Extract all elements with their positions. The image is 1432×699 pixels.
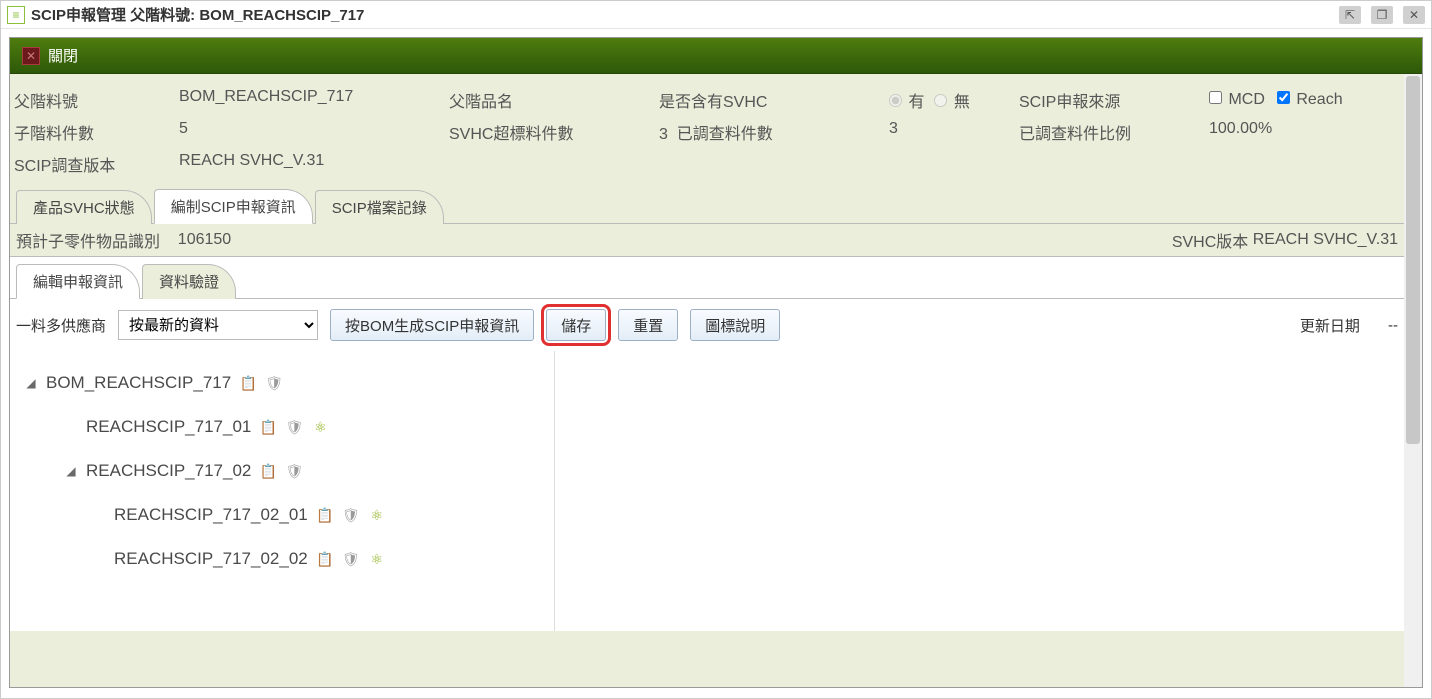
main-tabs: 產品SVHC狀態 編制SCIP申報資訊 SCIP檔案記錄 xyxy=(10,188,1404,224)
scip-survey-ver-value: REACH SVHC_V.31 xyxy=(179,152,449,176)
svhc-contain-label: 是否含有SVHC xyxy=(659,88,889,112)
controls-row: 一料多供應商 按最新的資料 按BOM生成SCIP申報資訊 儲存 重置 圖標說明 … xyxy=(10,299,1404,351)
shield-icon: 🛡 xyxy=(285,462,303,480)
sub-header: 預計子零件物品識別 106150 SVHC版本 REACH SVHC_V.31 xyxy=(10,224,1404,256)
svhc-ver-value: REACH SVHC_V.31 xyxy=(1253,231,1398,249)
tree-node-label: REACHSCIP_717_01 xyxy=(86,417,251,437)
est-child-id-label: 預計子零件物品識別 xyxy=(16,228,160,252)
shield-icon: 🛡 xyxy=(342,550,360,568)
tree-toggle-icon[interactable]: ◢ xyxy=(24,376,38,390)
window-close-button[interactable]: ✕ xyxy=(1403,6,1425,24)
update-date-label: 更新日期 xyxy=(1300,315,1360,336)
window-title: SCIP申報管理 父階料號: BOM_REACHSCIP_717 xyxy=(31,4,1339,25)
tree-row[interactable]: ◢REACHSCIP_717_02_01📋🛡⚛ xyxy=(24,493,540,537)
update-date-value: -- xyxy=(1388,317,1398,334)
reach-checkbox[interactable]: Reach xyxy=(1277,91,1343,109)
app-icon xyxy=(7,6,25,24)
scrollbar-thumb[interactable] xyxy=(1406,76,1420,444)
parent-pn-value: BOM_REACHSCIP_717 xyxy=(179,88,449,112)
svhc-radio-no[interactable]: 無 xyxy=(934,88,969,112)
child-count-label: 子階料件數 xyxy=(14,120,179,144)
save-button[interactable]: 儲存 xyxy=(546,309,606,341)
tree-row[interactable]: ◢ REACHSCIP_717_02 📋 🛡 xyxy=(24,449,540,493)
window-pin-button[interactable]: ⇱ xyxy=(1339,6,1361,24)
tree-node-label: BOM_REACHSCIP_717 xyxy=(46,373,231,393)
tree-toggle-icon[interactable]: ◢ xyxy=(64,464,78,478)
tree-node-label: REACHSCIP_717_02_01 xyxy=(114,505,308,525)
shield-icon: 🛡 xyxy=(342,506,360,524)
surveyed-pct-label: 已調查料件比例 xyxy=(1019,120,1209,144)
multi-supplier-label: 一料多供應商 xyxy=(16,315,106,336)
surveyed-pct-value: 100.00% xyxy=(1209,120,1404,144)
form-frame: ✕ 關閉 父階料號 BOM_REACHSCIP_717 父階品名 是否含有SVH… xyxy=(9,37,1423,688)
tree-row[interactable]: ◢ BOM_REACHSCIP_717 📋 🛡 xyxy=(24,361,540,405)
scip-source-group: MCD Reach xyxy=(1209,88,1404,112)
tab-data-validate[interactable]: 資料驗證 xyxy=(142,264,236,299)
svhc-radio-group: 有 無 xyxy=(889,88,1019,112)
clipboard-icon: 📋 xyxy=(239,374,257,392)
clipboard-icon: 📋 xyxy=(316,550,334,568)
clipboard-icon: 📋 xyxy=(316,506,334,524)
svhc-exceed-value: 3 xyxy=(659,126,668,143)
tree-row[interactable]: ◢REACHSCIP_717_02_02📋🛡⚛ xyxy=(24,537,540,581)
content-body: ◢ BOM_REACHSCIP_717 📋 🛡 ◢ REACHSCIP_717_01 📋 🛡 ⚛… xyxy=(10,351,1404,631)
window-titlebar: SCIP申報管理 父階料號: BOM_REACHSCIP_717 ⇱ ❐ ✕ xyxy=(1,1,1431,29)
shield-icon: 🛡 xyxy=(285,418,303,436)
tab-scip-decl-info[interactable]: 編制SCIP申報資訊 xyxy=(154,189,313,224)
window-maximize-button[interactable]: ❐ xyxy=(1371,6,1393,24)
info-grid: 父階料號 BOM_REACHSCIP_717 父階品名 是否含有SVHC 有 無… xyxy=(10,74,1404,184)
cluster-icon: ⚛ xyxy=(368,550,386,568)
vertical-scrollbar[interactable] xyxy=(1404,74,1422,687)
scip-source-label: SCIP申報來源 xyxy=(1019,88,1209,112)
gen-by-bom-button[interactable]: 按BOM生成SCIP申報資訊 xyxy=(330,309,534,341)
scip-survey-ver-label: SCIP調查版本 xyxy=(14,152,179,176)
reset-button[interactable]: 重置 xyxy=(618,309,678,341)
cluster-icon: ⚛ xyxy=(311,418,329,436)
shield-icon: 🛡 xyxy=(265,374,283,392)
bom-tree: ◢ BOM_REACHSCIP_717 📋 🛡 ◢ REACHSCIP_717_01 📋 🛡 ⚛… xyxy=(10,351,555,631)
svhc-exceed-surveyed: 3 已調查料件數 xyxy=(659,120,889,144)
tab-edit-decl[interactable]: 編輯申報資訊 xyxy=(16,264,140,299)
tab-product-svhc-status[interactable]: 產品SVHC狀態 xyxy=(16,190,152,224)
surveyed-label: 已調查料件數 xyxy=(677,126,773,143)
body-scroll: 父階料號 BOM_REACHSCIP_717 父階品名 是否含有SVHC 有 無… xyxy=(10,74,1422,687)
close-icon[interactable]: ✕ xyxy=(22,47,40,65)
panel-white: 編輯申報資訊 資料驗證 一料多供應商 按最新的資料 按BOM生成SCIP申報資訊… xyxy=(10,256,1404,631)
form-toolbar: ✕ 關閉 xyxy=(10,38,1422,74)
window-controls: ⇱ ❐ ✕ xyxy=(1339,6,1425,24)
tab-scip-file-log[interactable]: SCIP檔案記錄 xyxy=(315,190,444,224)
icon-legend-button[interactable]: 圖標說明 xyxy=(690,309,780,341)
sub-tabs: 編輯申報資訊 資料驗證 xyxy=(10,263,1404,299)
clipboard-icon: 📋 xyxy=(259,418,277,436)
cluster-icon: ⚛ xyxy=(368,506,386,524)
tree-node-label: REACHSCIP_717_02 xyxy=(86,461,251,481)
parent-name-label: 父階品名 xyxy=(449,88,659,112)
svhc-ver-label: SVHC版本 xyxy=(1172,228,1248,252)
svhc-exceed-label: SVHC超標料件數 xyxy=(449,120,659,144)
close-button-label[interactable]: 關閉 xyxy=(48,45,78,66)
est-child-id-value: 106150 xyxy=(178,231,231,249)
multi-supplier-combo[interactable]: 按最新的資料 xyxy=(118,310,318,340)
main-area: 父階料號 BOM_REACHSCIP_717 父階品名 是否含有SVHC 有 無… xyxy=(10,74,1404,687)
parent-pn-label: 父階料號 xyxy=(14,88,179,112)
child-count-value: 5 xyxy=(179,120,449,144)
svhc-radio-yes[interactable]: 有 xyxy=(889,88,924,112)
clipboard-icon: 📋 xyxy=(259,462,277,480)
mcd-checkbox[interactable]: MCD xyxy=(1209,91,1265,109)
tree-row[interactable]: ◢REACHSCIP_717_01📋🛡⚛ xyxy=(24,405,540,449)
tree-node-label: REACHSCIP_717_02_02 xyxy=(114,549,308,569)
surveyed-value: 3 xyxy=(889,120,1019,144)
